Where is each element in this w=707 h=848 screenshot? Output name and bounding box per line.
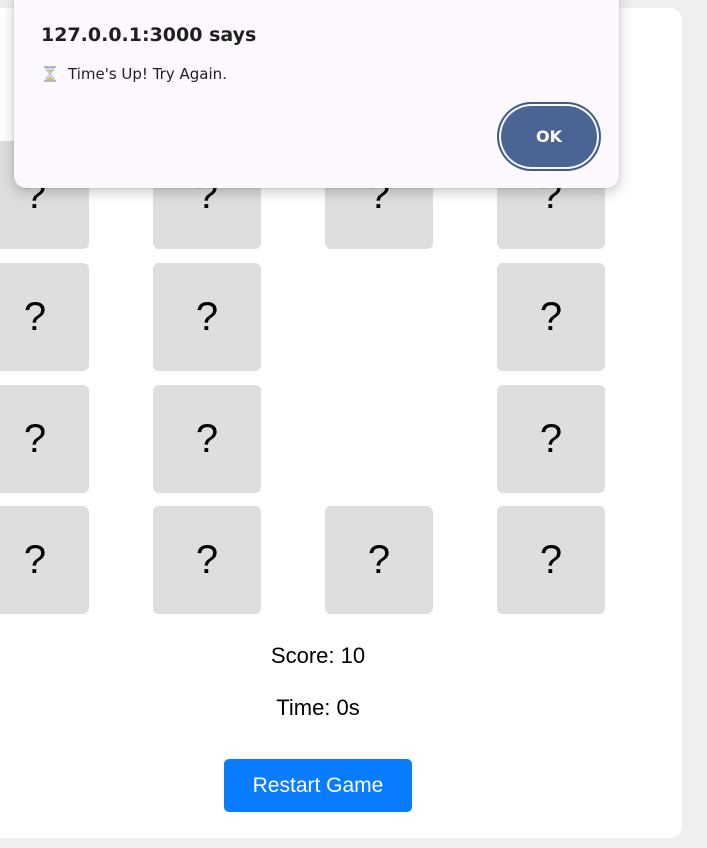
hourglass-icon [44,66,56,82]
card-r4-c3[interactable]: ? [325,506,433,614]
alert-message: Time's Up! Try Again. [68,65,227,83]
card-r3-c2[interactable]: ? [153,385,261,493]
card-r4-c2[interactable]: ? [153,506,261,614]
alert-dialog: 127.0.0.1:3000 says Time's Up! Try Again… [14,0,619,188]
card-r3-c3 [325,385,433,493]
card-r4-c1[interactable]: ? [0,506,89,614]
page: ? ? ? ? ? ? ? ? ? ? ? ? ? ? Score: 10 Ti… [0,0,707,848]
card-r3-c4[interactable]: ? [497,385,605,493]
alert-message-row: Time's Up! Try Again. [44,65,227,83]
card-r2-c1[interactable]: ? [0,263,89,371]
alert-title: 127.0.0.1:3000 says [41,24,257,46]
card-r3-c1[interactable]: ? [0,385,89,493]
card-r4-c4[interactable]: ? [497,506,605,614]
card-r2-c4[interactable]: ? [497,263,605,371]
card-r2-c2[interactable]: ? [153,263,261,371]
time-label: Time: 0s [276,695,360,720]
score-label: Score: 10 [270,643,366,668]
restart-game-button[interactable]: Restart Game [224,759,412,812]
ok-button[interactable]: OK [501,106,597,167]
card-r2-c3 [325,263,433,371]
